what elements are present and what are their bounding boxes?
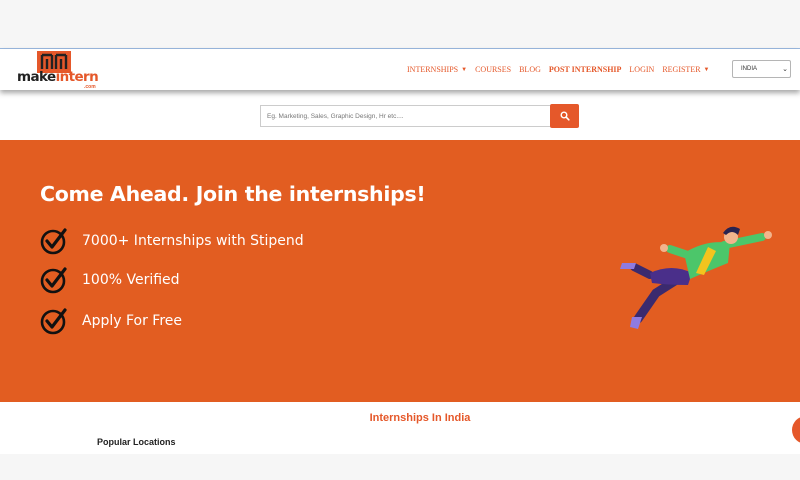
- nav-post-internship[interactable]: POST INTERNSHIP: [549, 65, 622, 74]
- chevron-down-icon: ⌄: [782, 66, 788, 73]
- feature-text: Apply For Free: [82, 313, 183, 329]
- page-bottom-area: [0, 454, 800, 480]
- browser-top-area: [0, 0, 800, 49]
- search-input[interactable]: Eg. Marketing, Sales, Graphic Design, Hr…: [260, 105, 550, 127]
- search-bar-area: Eg. Marketing, Sales, Graphic Design, Hr…: [0, 90, 800, 140]
- country-select[interactable]: INDIA ⌄: [732, 60, 791, 78]
- nav-post-internship-label: POST INTERNSHIP: [548, 65, 622, 74]
- internships-section: Internships In India Popular Locations: [0, 402, 800, 454]
- feature-item: 100% Verified: [40, 266, 180, 294]
- feature-item: Apply For Free: [40, 307, 182, 335]
- nav-register[interactable]: REGISTER ▼: [662, 65, 709, 74]
- flying-person-illustration: [620, 226, 772, 329]
- search-button[interactable]: [550, 104, 579, 128]
- check-circle-icon: [40, 308, 67, 335]
- nav-courses[interactable]: COURSES: [475, 65, 511, 74]
- feature-item: 7000+ Internships with Stipend: [40, 227, 304, 255]
- nav-login-label: LOGIN: [629, 65, 655, 74]
- logo-word-make: make: [17, 69, 56, 85]
- nav-blog[interactable]: BLOG: [519, 65, 541, 74]
- search-placeholder: Eg. Marketing, Sales, Graphic Design, Hr…: [267, 112, 404, 120]
- hero-title: Come Ahead. Join the internships!: [40, 182, 426, 206]
- check-circle-icon: [40, 267, 67, 294]
- logo-word-intern: intern: [55, 69, 99, 85]
- popular-locations-heading: Popular Locations: [97, 437, 176, 447]
- country-select-value: INDIA: [741, 66, 758, 72]
- logo-sub: .com: [84, 84, 96, 90]
- caret-down-icon: ▼: [461, 66, 468, 73]
- nav-courses-label: COURSES: [475, 65, 512, 74]
- section-title: Internships In India: [369, 412, 471, 424]
- caret-down-icon: ▼: [703, 66, 710, 73]
- logo[interactable]: makeintern .com: [17, 51, 99, 90]
- feature-text: 7000+ Internships with Stipend: [82, 233, 304, 249]
- check-circle-icon: [40, 228, 67, 255]
- navbar: makeintern .com INTERNSHIPS ▼ COURSES BL…: [0, 49, 800, 90]
- nav-blog-label: BLOG: [519, 65, 541, 74]
- logo-wordmark: makeintern: [17, 69, 99, 85]
- search-icon: [560, 111, 570, 121]
- nav-menu: INTERNSHIPS ▼ COURSES BLOG POST INTERNSH…: [407, 65, 710, 74]
- nav-internships[interactable]: INTERNSHIPS ▼: [407, 65, 467, 74]
- nav-login[interactable]: LOGIN: [629, 65, 654, 74]
- feature-text: 100% Verified: [82, 272, 180, 288]
- hero-banner: Come Ahead. Join the internships! 7000+ …: [0, 140, 800, 402]
- nav-internships-label: INTERNSHIPS: [407, 65, 459, 74]
- nav-register-label: REGISTER: [662, 65, 701, 74]
